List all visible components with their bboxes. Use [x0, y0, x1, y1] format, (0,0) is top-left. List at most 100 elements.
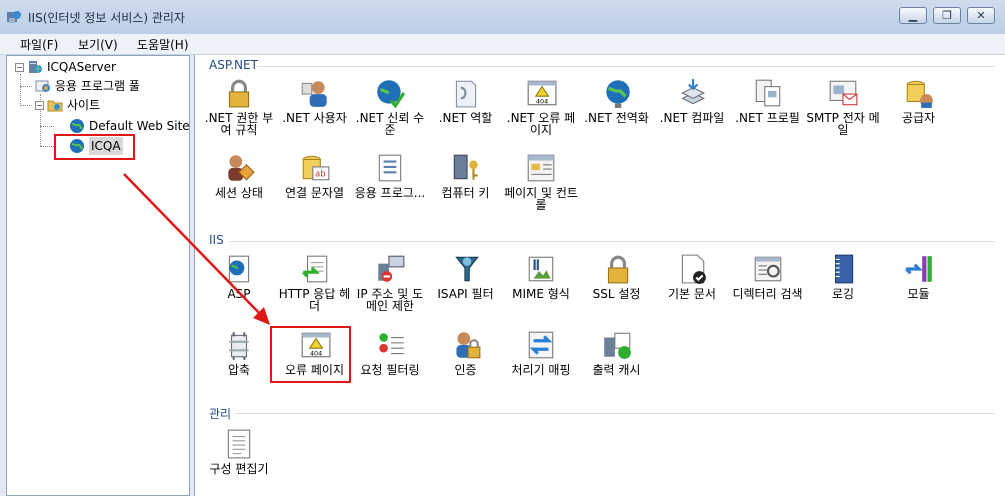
feature-label: 모듈: [907, 287, 930, 301]
feature-dir-browse[interactable]: 디렉터리 검색: [730, 253, 806, 300]
feature-ip-restrict[interactable]: IP 주소 및 도메인 제한: [352, 253, 428, 312]
ssl-lock-icon: [607, 255, 628, 284]
collapse-toggle-icon[interactable]: −: [15, 63, 24, 72]
highlight-box-error-pages: [270, 326, 351, 383]
feature-default-doc[interactable]: 기본 문서: [654, 253, 730, 300]
feature-label: 기본 문서: [668, 287, 716, 301]
feature-provider[interactable]: 공급자: [881, 77, 957, 124]
feature-request-filter[interactable]: 요청 필터링: [352, 329, 428, 376]
feature-mime[interactable]: MIME 형식: [503, 253, 579, 300]
feature-label: 응용 프로그...: [354, 186, 426, 200]
group-divider: [235, 413, 995, 414]
menu-file[interactable]: 파일(F): [20, 36, 58, 53]
dir-browse-icon: [754, 256, 781, 282]
mail-icon: [829, 80, 858, 106]
feature-label: .NET 사용자: [282, 111, 347, 125]
feature-label: .NET 역할: [438, 111, 493, 125]
lock-icon: [228, 79, 250, 108]
pages-controls-icon: [527, 154, 555, 182]
menu-bar: 파일(F) 보기(V) 도움말(H): [0, 34, 1005, 55]
feature-label: 컴퓨터 키: [441, 186, 490, 200]
feature-lock[interactable]: .NET 권한 부여 규칙: [201, 77, 277, 136]
feature-label: .NET 컴파일: [659, 111, 725, 125]
trust-icon: [377, 80, 406, 109]
config-editor-icon: [227, 429, 251, 459]
feature-trust[interactable]: .NET 신뢰 수준: [352, 77, 428, 136]
app-pool-icon: [35, 80, 50, 92]
feature-output-cache[interactable]: 출력 캐시: [579, 329, 655, 376]
feature-label: .NET 프로필: [735, 111, 800, 125]
feature-label: 요청 필터링: [360, 363, 420, 377]
feature-label: .NET 권한 부여 규칙: [204, 111, 274, 137]
feature-label: .NET 전역화: [584, 111, 649, 125]
globe-icon: [70, 119, 84, 133]
asp-icon: [228, 255, 250, 283]
feature-auth[interactable]: 인증: [428, 329, 504, 376]
app-settings-icon: [378, 154, 402, 182]
feature-compile[interactable]: .NET 컴파일: [654, 77, 730, 124]
feature-session[interactable]: 세션 상태: [201, 152, 277, 199]
feature-label: 연결 문자열: [284, 186, 344, 200]
globe-icon: [605, 80, 630, 108]
group-divider: [229, 241, 995, 242]
ip-restrict-icon: [378, 255, 405, 282]
menu-view[interactable]: 보기(V): [78, 36, 118, 53]
feature-label: SMTP 전자 메일: [806, 111, 880, 137]
compile-icon: [681, 79, 705, 105]
server-icon: [29, 61, 42, 73]
feature-asp[interactable]: ASP: [201, 253, 277, 300]
error-page-icon: 404: [527, 80, 557, 106]
feature-role[interactable]: .NET 역할: [428, 77, 504, 124]
feature-globe[interactable]: .NET 전역화: [579, 77, 655, 124]
feature-label: .NET 신뢰 수준: [355, 111, 425, 137]
window-title: IIS(인터넷 정보 서비스) 관리자: [28, 11, 185, 25]
feature-label: IP 주소 및 도메인 제한: [356, 287, 424, 313]
feature-compression[interactable]: 압축: [201, 329, 277, 376]
feature-label: .NET 오류 페이지: [506, 111, 576, 137]
feature-label: 디렉터리 검색: [732, 287, 803, 301]
isapi-icon: [454, 256, 479, 282]
feature-modules[interactable]: 모듈: [881, 253, 957, 300]
feature-label: 압축: [227, 363, 251, 377]
default-doc-icon: [681, 254, 706, 284]
logging-icon: [835, 254, 854, 284]
profile-icon: [755, 79, 780, 107]
feature-error-page[interactable]: 404 .NET 오류 페이지: [503, 77, 579, 136]
feature-label: SSL 설정: [592, 287, 641, 301]
feature-mail[interactable]: SMTP 전자 메일: [805, 77, 881, 136]
close-button[interactable]: ✕: [967, 7, 995, 24]
sites-folder-icon: [47, 100, 63, 112]
feature-logging[interactable]: 로깅: [805, 253, 881, 300]
features-view: ASP.NET IIS 관리 .NET 권한 부여 규칙 .NET 사용자 .NET…: [194, 55, 1005, 496]
minimize-button[interactable]: ▁: [899, 7, 927, 24]
group-title-iis: IIS: [209, 233, 224, 247]
feature-label: 처리기 매핑: [511, 363, 571, 377]
group-title-aspnet: ASP.NET: [209, 58, 258, 72]
feature-pages-controls[interactable]: 페이지 및 컨트롤: [503, 152, 579, 211]
output-cache-icon: [603, 332, 631, 359]
feature-ssl-lock[interactable]: SSL 설정: [579, 253, 655, 300]
collapse-toggle-icon[interactable]: −: [35, 101, 44, 110]
feature-label: 페이지 및 컨트롤: [504, 186, 578, 212]
request-filter-icon: [379, 333, 404, 355]
machine-key-icon: [453, 154, 478, 180]
feature-label: 인증: [454, 363, 477, 377]
feature-profile[interactable]: .NET 프로필: [730, 77, 806, 124]
svg-text:ab: ab: [315, 170, 326, 180]
feature-handler[interactable]: 처리기 매핑: [503, 329, 579, 376]
feature-user[interactable]: .NET 사용자: [277, 77, 353, 124]
feature-config-editor[interactable]: 구성 편집기: [201, 428, 277, 475]
feature-label: ISAPI 필터: [437, 287, 494, 301]
feature-connection-string[interactable]: ab 연결 문자열: [277, 152, 353, 199]
menu-help[interactable]: 도움말(H): [137, 36, 189, 53]
feature-isapi[interactable]: ISAPI 필터: [428, 253, 504, 300]
connection-string-icon: ab: [302, 155, 329, 181]
modules-icon: [904, 256, 932, 282]
svg-text:404: 404: [536, 98, 548, 106]
feature-machine-key[interactable]: 컴퓨터 키: [428, 152, 504, 199]
http-headers-icon: [301, 255, 327, 283]
feature-app-settings[interactable]: 응용 프로그...: [352, 152, 428, 199]
feature-http-headers[interactable]: HTTP 응답 헤더: [277, 253, 353, 312]
restore-button[interactable]: ❐: [933, 7, 961, 24]
group-divider: [257, 66, 995, 67]
